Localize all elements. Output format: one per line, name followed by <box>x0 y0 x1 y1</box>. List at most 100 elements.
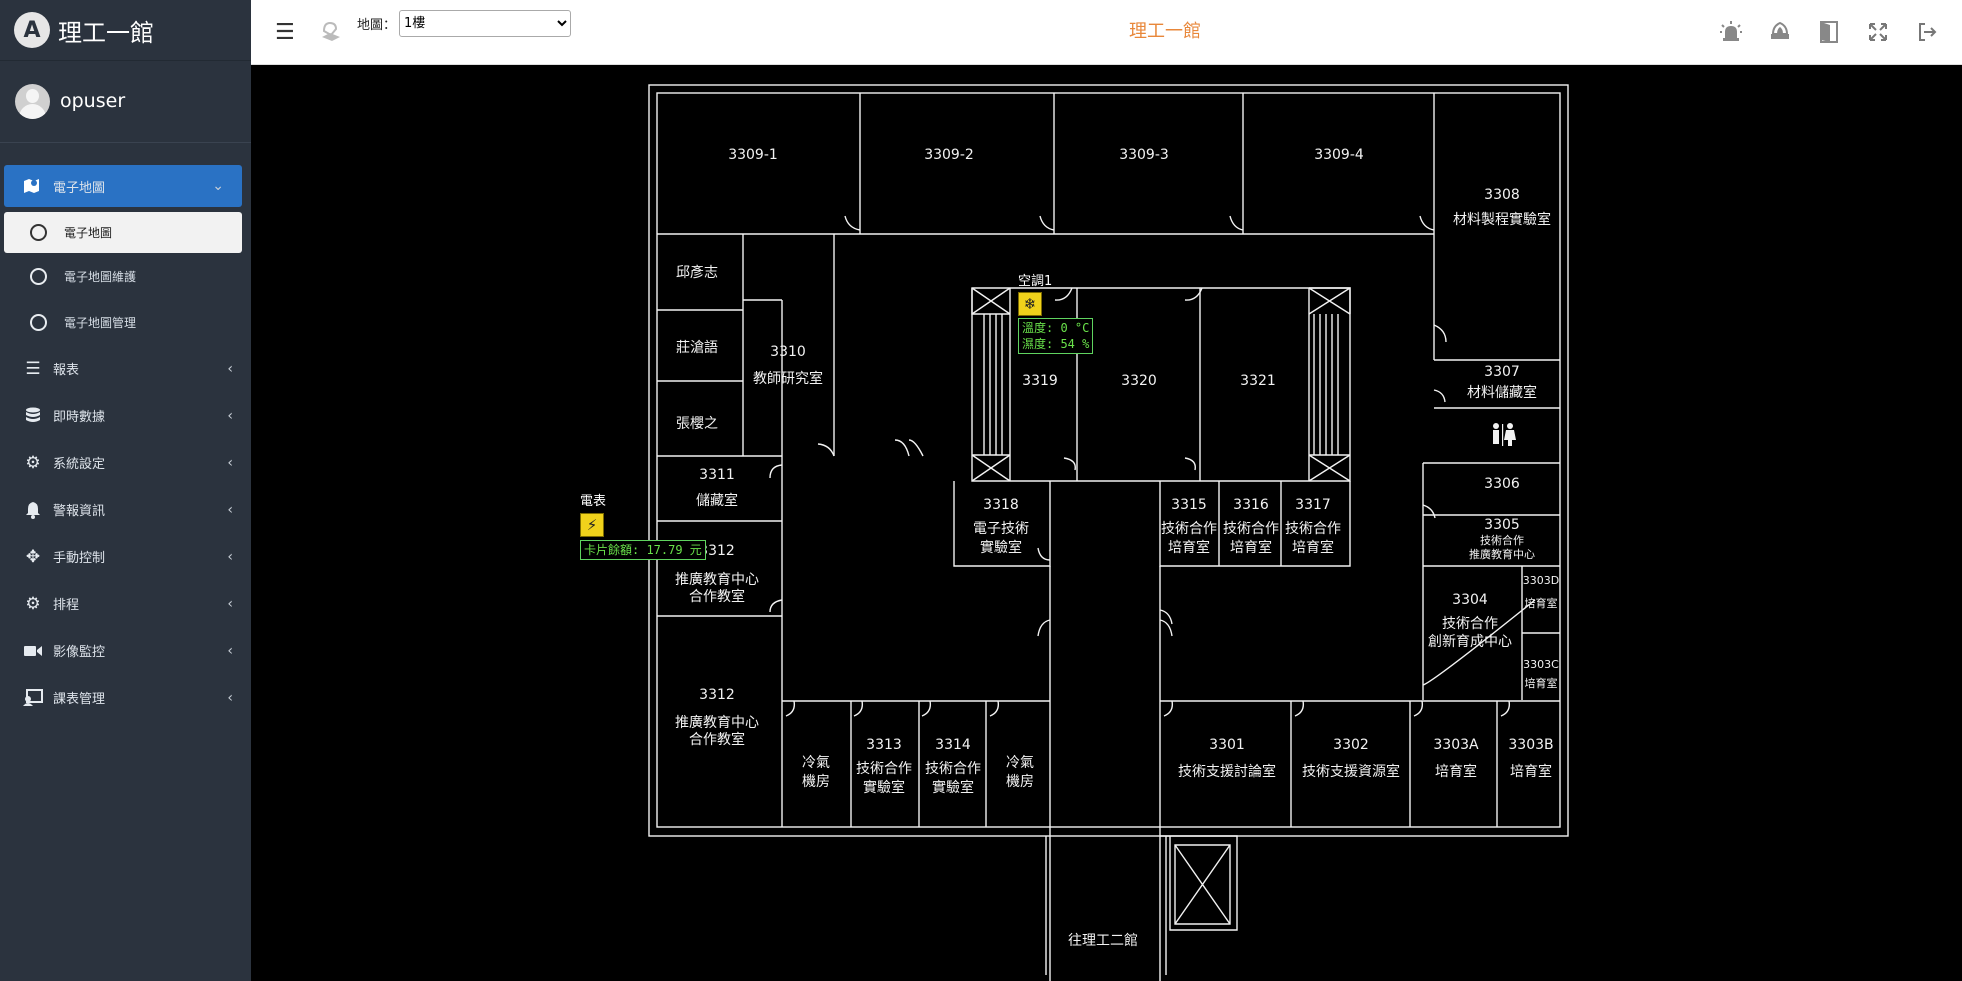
room-3309-2: 3309-2 <box>924 147 974 163</box>
room-3306: 3306 <box>1484 476 1520 492</box>
brand-title: 理工一館 <box>58 18 154 47</box>
office-1: 邱彥志 <box>676 264 718 281</box>
room-3316-name-1: 技術合作 <box>1223 521 1279 537</box>
room-3307-number: 3307 <box>1484 364 1520 380</box>
user-name: opuser <box>60 90 126 112</box>
meter-device-name: 電表 <box>580 494 607 509</box>
sidebar: A 理工一館 opuser 電子地圖 ⌄ 電子地圖 電子地圖維護 電子地圖管理 … <box>0 0 251 981</box>
room-3314-name-2: 實驗室 <box>932 779 974 796</box>
room-3302-name: 技術支援資源室 <box>1302 763 1400 780</box>
room-3309-1: 3309-1 <box>728 147 778 163</box>
sidebar-item-emap[interactable]: 電子地圖 ⌄ <box>4 165 242 207</box>
sidebar-item-label: 電子地圖 <box>53 180 106 196</box>
gears-icon: ⚙ <box>25 593 41 614</box>
room-3315-name-2: 培育室 <box>1168 539 1210 556</box>
hamburger-menu-icon[interactable]: ☰ <box>275 20 295 45</box>
room-3310-name: 教師研究室 <box>753 370 823 387</box>
ac-temperature: 溫度: 0 °C <box>1022 321 1090 335</box>
room-3304-name-2: 創新育成中心 <box>1428 634 1512 650</box>
ac-humidity: 濕度: 54 % <box>1022 337 1090 351</box>
room-3303a-name: 培育室 <box>1435 763 1477 780</box>
sidebar-item-manual-control[interactable]: ✥ 手動控制 ‹ <box>0 533 251 580</box>
room-3312-lower-name-2: 合作教室 <box>689 731 745 748</box>
fullscreen-icon[interactable] <box>1865 19 1891 45</box>
logout-icon[interactable] <box>1914 19 1940 45</box>
chevron-left-icon: ‹ <box>227 454 233 471</box>
room-3315-name-1: 技術合作 <box>1161 521 1217 537</box>
room-3310-number: 3310 <box>770 344 806 360</box>
room-3304-number: 3304 <box>1452 592 1488 608</box>
room-3303d-number: 3303D <box>1523 574 1559 587</box>
page-title: 理工一館 <box>1129 21 1201 42</box>
sidebar-subitem-emap-management[interactable]: 電子地圖管理 <box>0 300 251 345</box>
sidebar-subitem-label: 電子地圖 <box>64 226 113 240</box>
ac-room-right-name-2: 機房 <box>1006 774 1034 790</box>
chevron-down-icon: ⌄ <box>212 178 224 194</box>
sidebar-subitem-emap[interactable]: 電子地圖 <box>4 212 242 253</box>
circle-icon <box>30 224 47 241</box>
room-3319: 3319 <box>1022 373 1058 389</box>
map-select[interactable]: 1樓 <box>399 10 571 37</box>
ac-room-left-name-2: 機房 <box>802 774 830 790</box>
lightning-icon[interactable]: ⚡ <box>580 513 604 537</box>
room-3313-name-2: 實驗室 <box>863 779 905 796</box>
room-3303b-name: 培育室 <box>1510 763 1552 780</box>
sidebar-item-label: 排程 <box>53 598 80 613</box>
sidebar-subitem-label: 電子地圖維護 <box>64 270 137 284</box>
sidebar-item-reports[interactable]: ☰ 報表 ‹ <box>0 345 251 392</box>
circle-icon <box>30 314 47 331</box>
room-3303a-number: 3303A <box>1433 737 1479 753</box>
alarm-light-icon[interactable] <box>1718 19 1744 45</box>
sidebar-menu: 電子地圖 ⌄ 電子地圖 電子地圖維護 電子地圖管理 ☰ 報表 ‹ 即時數據 ‹ <box>0 165 251 721</box>
sidebar-item-alarms[interactable]: 警報資訊 ‹ <box>0 486 251 533</box>
office-3: 張櫻之 <box>676 415 718 432</box>
sidebar-item-schedule[interactable]: ⚙ 排程 ‹ <box>0 580 251 627</box>
ac-room-left-name-1: 冷氣 <box>802 755 830 771</box>
room-3305-number: 3305 <box>1484 517 1520 533</box>
room-3320: 3320 <box>1121 373 1157 389</box>
floor-plan: 3309-1 3309-2 3309-3 3309-4 3308 材料製程實驗室… <box>0 0 1962 981</box>
room-3317-number: 3317 <box>1295 497 1331 513</box>
room-3301-name: 技術支援討論室 <box>1178 763 1276 780</box>
room-3316-number: 3316 <box>1233 497 1269 513</box>
map-select-label: 地圖： <box>357 18 397 33</box>
report-icon: ☰ <box>25 358 41 379</box>
bell-icon <box>22 499 44 521</box>
meter-device[interactable]: 電表 ⚡ 卡片餘額: 17.79 元 <box>580 490 706 560</box>
sidebar-subitem-emap-maintenance[interactable]: 電子地圖維護 <box>0 253 251 300</box>
user-panel: opuser <box>0 60 251 143</box>
outer-wall <box>648 84 1569 837</box>
sidebar-item-label: 課表管理 <box>53 692 106 707</box>
snowflake-icon[interactable]: ❄ <box>1018 292 1042 316</box>
chevron-left-icon: ‹ <box>227 501 233 518</box>
sidebar-item-timetable[interactable]: 課表管理 ‹ <box>0 674 251 721</box>
room-3321: 3321 <box>1240 373 1276 389</box>
room-3308-name: 材料製程實驗室 <box>1453 211 1551 228</box>
sidebar-item-video[interactable]: 影像監控 ‹ <box>0 627 251 674</box>
sidebar-item-label: 手動控制 <box>53 551 106 566</box>
schedule-icon <box>22 687 44 709</box>
ac-device[interactable]: 空調1 ❄ 溫度: 0 °C 濕度: 54 % <box>1018 270 1094 354</box>
room-3303b-number: 3303B <box>1508 737 1553 753</box>
room-3308-number: 3308 <box>1484 187 1520 203</box>
to-building-2-label: 往理工二館 <box>1068 932 1138 949</box>
room-3314-name-1: 技術合作 <box>925 761 981 777</box>
map-layers-icon <box>320 19 342 41</box>
fire-icon[interactable] <box>1767 19 1793 45</box>
room-3312-lower-number: 3312 <box>699 687 735 703</box>
ac-sensor-readout: 溫度: 0 °C 濕度: 54 % <box>1018 318 1094 354</box>
room-3302-number: 3302 <box>1333 737 1369 753</box>
sidebar-item-label: 系統設定 <box>53 457 106 472</box>
ac-device-name: 空調1 <box>1018 274 1053 289</box>
sidebar-item-label: 警報資訊 <box>53 504 106 519</box>
ac-room-right-name-1: 冷氣 <box>1006 755 1034 771</box>
avatar <box>15 83 50 119</box>
sidebar-item-system-settings[interactable]: ⚙ 系統設定 ‹ <box>0 439 251 486</box>
room-3309-3: 3309-3 <box>1119 147 1169 163</box>
room-3301-number: 3301 <box>1209 737 1245 753</box>
room-3313-name-1: 技術合作 <box>856 761 912 777</box>
door-icon[interactable] <box>1816 19 1842 45</box>
room-3305-name-2: 推廣教育中心 <box>1469 547 1535 561</box>
meter-balance: 卡片餘額: 17.79 元 <box>580 540 706 560</box>
sidebar-item-realtime-data[interactable]: 即時數據 ‹ <box>0 392 251 439</box>
